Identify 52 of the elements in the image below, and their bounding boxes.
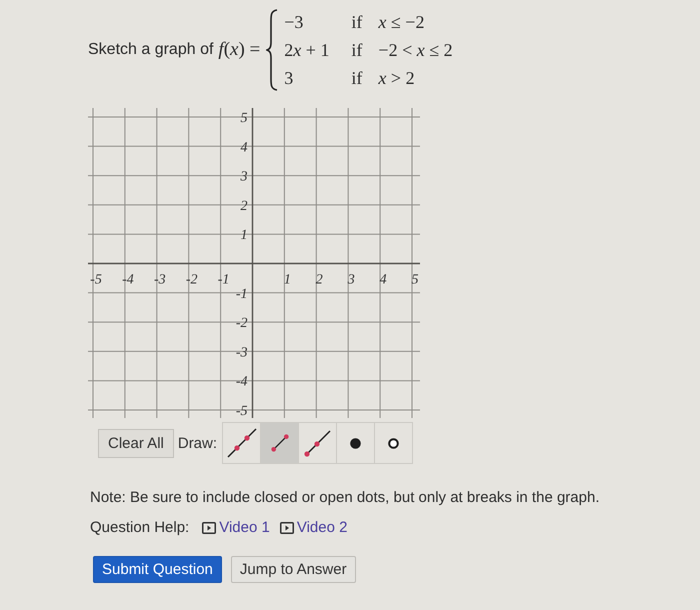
case-keyword: if [351,38,362,62]
x-axis-label: 1 [284,272,291,288]
x-axis-label: -2 [186,272,198,288]
case-condition: −2 < x ≤ 2 [378,38,453,62]
y-axis-label: -2 [236,316,248,332]
function-name: f(x) = [218,39,260,61]
x-axis-label: -5 [90,272,102,288]
answer-button[interactable]: Jump to Answer [230,556,356,583]
case-keyword: if [351,66,362,90]
line-icon [226,428,257,458]
ray-icon [304,430,332,456]
prompt-text: Sketch a graph of [88,41,214,59]
note-text: Note: Be sure to include closed or open dots, but only at breaks in the graph. [90,488,600,508]
video-link[interactable]: Video 2 [280,519,348,536]
segment-icon [270,434,289,452]
case-condition: x ≤ −2 [378,10,426,34]
x-axis-label: -1 [218,272,230,288]
filled-dot-tool-button[interactable] [336,422,376,464]
ray-tool-button[interactable] [298,422,338,464]
case-expression: 3 [284,66,294,90]
draw-label: Draw: [178,434,218,452]
y-axis-label: 5 [240,111,248,126]
help-label: Question Help: [90,519,190,536]
open-circle-icon [388,438,400,448]
case-expression: 2x + 1 [284,38,330,62]
x-axis-label: 5 [412,272,418,288]
clear-all-button[interactable]: Clear All [98,428,174,458]
play-icon [202,522,216,534]
case-expression: −3 [284,10,304,34]
y-axis-label: -1 [236,286,248,302]
brace-icon [266,9,278,91]
line-tool-button[interactable] [222,422,262,464]
case-condition: x > 2 [378,66,416,90]
y-axis-label: 2 [240,198,248,214]
video-link[interactable]: Video 1 [202,519,270,536]
submit-button[interactable]: Submit Question [93,556,222,583]
y-axis-label: -5 [236,404,248,418]
x-axis-label: 3 [348,272,355,288]
y-axis-label: 3 [240,170,248,185]
x-axis-label: -3 [154,272,166,288]
filled-dot-icon [350,438,362,448]
x-axis-label: 2 [316,272,323,288]
y-axis-label: -4 [236,374,248,390]
y-axis-label: -3 [236,345,248,360]
open-circle-tool-button[interactable] [374,422,414,464]
case-keyword: if [351,10,362,34]
play-icon [280,522,294,534]
x-axis-label: -4 [122,272,134,288]
y-axis-label: 4 [240,140,248,156]
y-axis-label: 1 [240,228,248,244]
x-axis-label: 4 [380,272,387,288]
segment-tool-button[interactable] [260,422,300,464]
